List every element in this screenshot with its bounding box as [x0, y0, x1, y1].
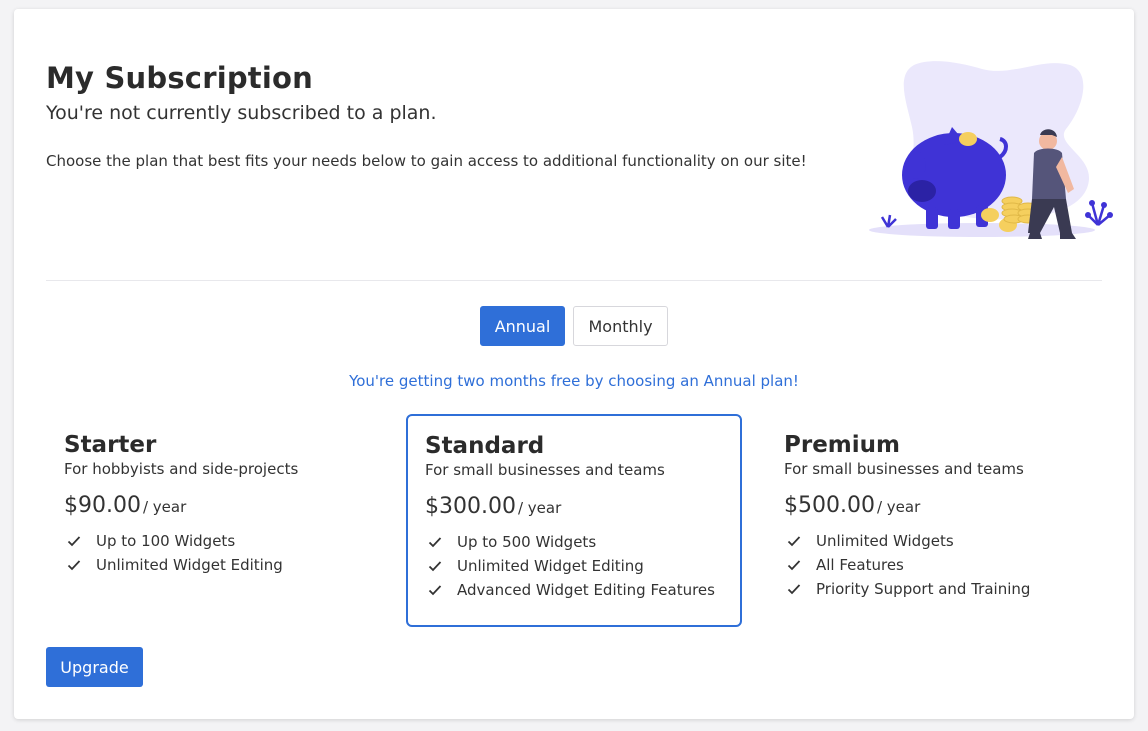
feature-text: Advanced Widget Editing Features [457, 581, 715, 599]
section-divider [46, 280, 1102, 281]
feature-text: Up to 100 Widgets [96, 532, 236, 550]
feature-item: Unlimited Widget Editing [64, 553, 298, 577]
plan-features: Up to 500 Widgets Unlimited Widget Editi… [425, 530, 715, 602]
feature-item: All Features [784, 553, 1030, 577]
check-icon [787, 560, 801, 571]
plan-name: Premium [784, 432, 900, 458]
feature-text: Up to 500 Widgets [457, 533, 597, 551]
billing-toggle-annual[interactable]: Annual [480, 306, 565, 346]
plan-features: Up to 100 Widgets Unlimited Widget Editi… [64, 529, 298, 577]
billing-toggle-monthly[interactable]: Monthly [573, 306, 668, 346]
page-title: My Subscription [46, 61, 313, 95]
subscription-card: My Subscription You're not currently sub… [14, 9, 1134, 719]
plan-price: $90.00/ year [64, 491, 298, 522]
feature-text: Unlimited Widgets [816, 532, 954, 550]
check-icon [787, 584, 801, 595]
plan-name: Standard [425, 433, 545, 459]
feature-text: Unlimited Widget Editing [96, 556, 283, 574]
check-icon [428, 585, 442, 596]
plan-card-premium[interactable]: Premium For small businesses and teams $… [766, 414, 1102, 627]
plan-name: Starter [64, 432, 157, 458]
plan-tagline: For small businesses and teams [784, 460, 1024, 478]
feature-text: Priority Support and Training [816, 580, 1031, 598]
check-icon [67, 536, 81, 547]
check-icon [787, 536, 801, 547]
feature-text: All Features [816, 556, 904, 574]
plan-tagline: For hobbyists and side-projects [64, 460, 299, 478]
plan-price-period: / year [517, 499, 562, 517]
plan-tagline: For small businesses and teams [425, 461, 665, 479]
upgrade-button[interactable]: Upgrade [46, 647, 143, 687]
feature-text: Unlimited Widget Editing [457, 557, 644, 575]
page-subtitle: You're not currently subscribed to a pla… [46, 102, 437, 124]
plan-card-standard[interactable]: Standard For small businesses and teams … [406, 414, 742, 627]
check-icon [67, 560, 81, 571]
feature-item: Up to 100 Widgets [64, 529, 298, 553]
piggy-bank-illustration [852, 57, 1122, 251]
plan-price-amount: $500.00 [784, 493, 875, 518]
page-description: Choose the plan that best fits your need… [46, 152, 807, 170]
feature-item: Unlimited Widgets [784, 529, 1030, 553]
plan-features: Unlimited Widgets All Features Priority … [784, 529, 1030, 601]
plan-price: $500.00/ year [784, 491, 1030, 522]
feature-item: Unlimited Widget Editing [425, 554, 715, 578]
feature-item: Up to 500 Widgets [425, 530, 715, 554]
plan-price-amount: $300.00 [425, 494, 516, 519]
plan-card-starter[interactable]: Starter For hobbyists and side-projects … [46, 414, 382, 627]
annual-promo-text: You're getting two months free by choosi… [349, 372, 799, 390]
feature-item: Priority Support and Training [784, 577, 1030, 601]
feature-item: Advanced Widget Editing Features [425, 578, 715, 602]
plan-price-amount: $90.00 [64, 493, 141, 518]
plan-price-period: / year [142, 498, 187, 516]
check-icon [428, 537, 442, 548]
plan-price: $300.00/ year [425, 492, 715, 523]
plan-price-period: / year [876, 498, 921, 516]
check-icon [428, 561, 442, 572]
